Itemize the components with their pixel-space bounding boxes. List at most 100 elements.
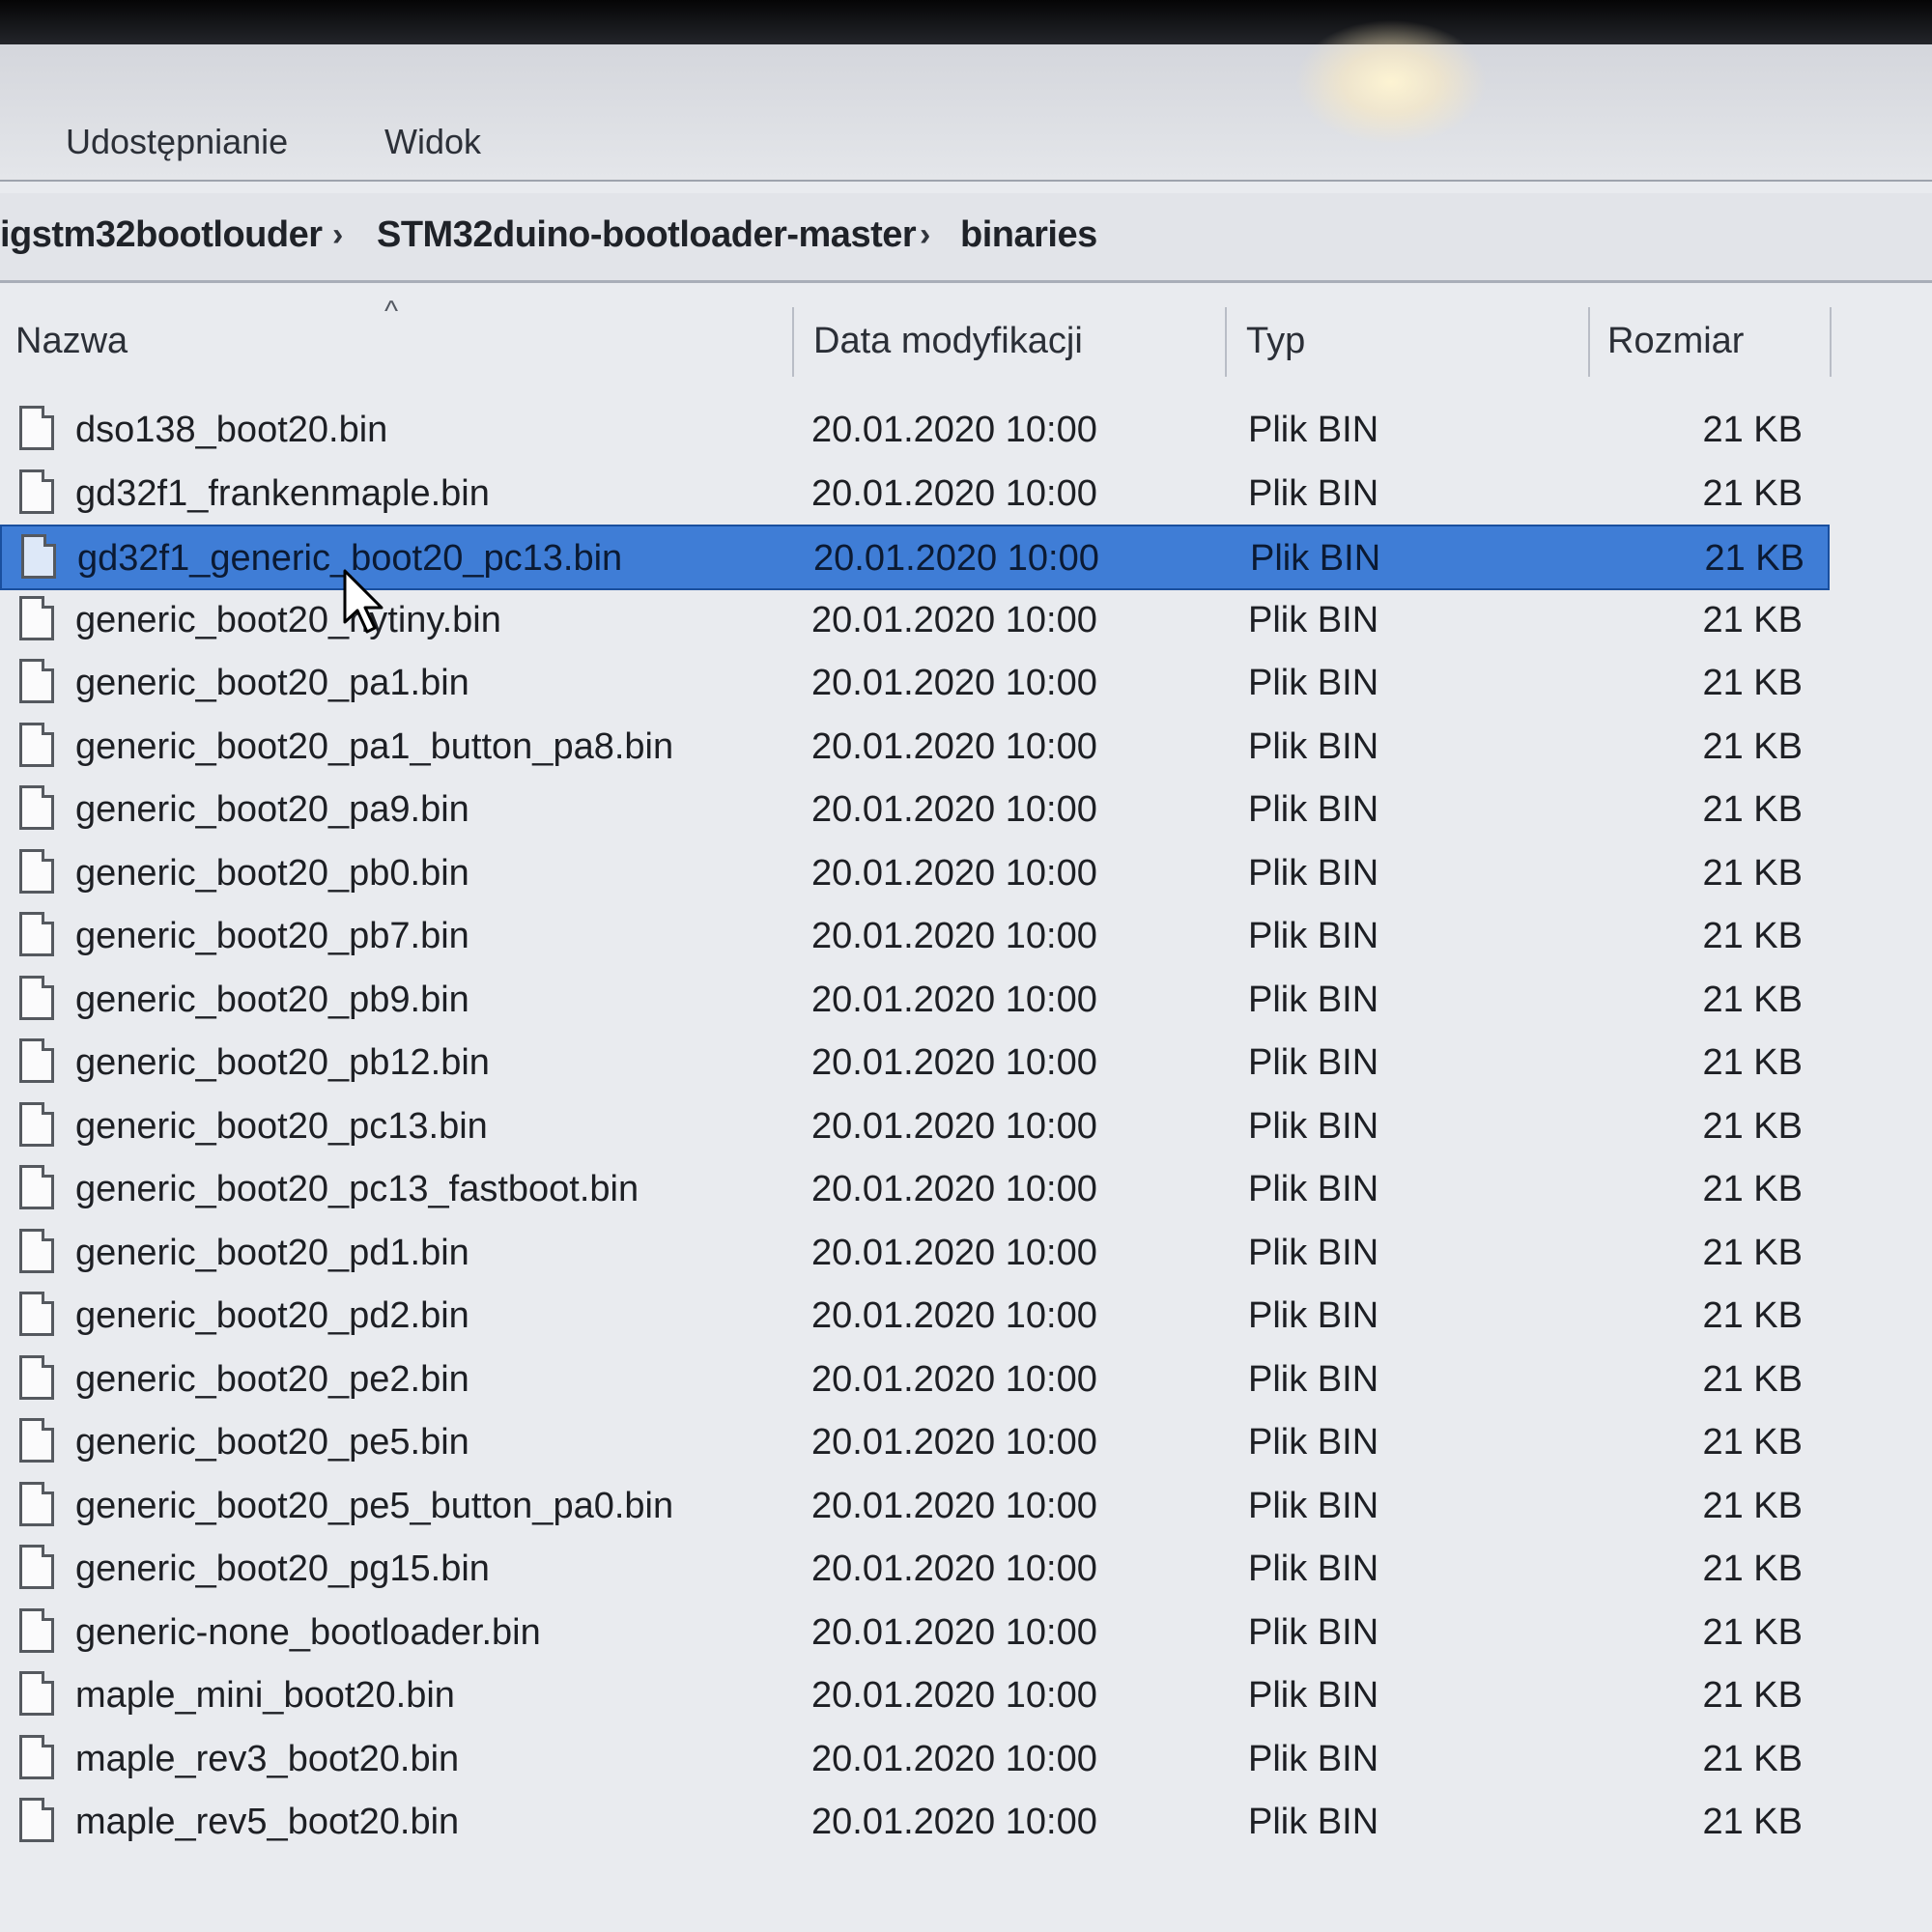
file-icon xyxy=(21,534,56,579)
file-size: 21 KB xyxy=(1702,1739,1803,1779)
file-size: 21 KB xyxy=(1702,600,1803,640)
file-row[interactable]: generic_boot20_pd2.bin 20.01.2020 10:00 Pl… xyxy=(0,1284,1826,1346)
tab-udostepnianie[interactable]: Udostępnianie xyxy=(66,122,288,162)
file-icon xyxy=(19,1418,54,1463)
file-size: 21 KB xyxy=(1702,1233,1803,1273)
file-type: Plik BIN xyxy=(1248,1169,1379,1209)
file-type: Plik BIN xyxy=(1248,1295,1379,1336)
file-row[interactable]: generic-none_bootloader.bin 20.01.2020 10… xyxy=(0,1601,1826,1662)
file-type: Plik BIN xyxy=(1248,1739,1379,1779)
file-date: 20.01.2020 10:00 xyxy=(811,1169,1097,1209)
file-row[interactable]: generic_boot20_pb0.bin 20.01.2020 10:00 Pl… xyxy=(0,841,1826,903)
file-date: 20.01.2020 10:00 xyxy=(811,916,1097,956)
file-type: Plik BIN xyxy=(1250,538,1381,579)
column-header-type[interactable]: Typ xyxy=(1246,321,1305,362)
file-row[interactable]: maple_rev5_boot20.bin 20.01.2020 10:00 Pli… xyxy=(0,1790,1826,1852)
file-date: 20.01.2020 10:00 xyxy=(811,1295,1097,1336)
column-divider[interactable] xyxy=(1830,307,1832,377)
file-row[interactable]: gd32f1_frankenmaple.bin 20.01.2020 10:00 P… xyxy=(0,462,1826,524)
file-date: 20.01.2020 10:00 xyxy=(811,726,1097,767)
file-name: generic_boot20_pe5_button_pa0.bin xyxy=(75,1486,674,1526)
file-date: 20.01.2020 10:00 xyxy=(811,663,1097,703)
file-row[interactable]: generic_boot20_pe2.bin 20.01.2020 10:00 Pl… xyxy=(0,1348,1826,1409)
ribbon: Udostępnianie Widok xyxy=(0,44,1932,182)
file-icon xyxy=(19,1608,54,1653)
file-name: generic_boot20_pa1.bin xyxy=(75,663,469,703)
file-row[interactable]: generic_boot20_pg15.bin 20.01.2020 10:00 P… xyxy=(0,1537,1826,1599)
column-header-name[interactable]: Nazwa xyxy=(15,321,128,362)
file-row[interactable]: generic_boot20_pa1.bin 20.01.2020 10:00 Pl… xyxy=(0,651,1826,713)
breadcrumb-item-parent[interactable]: igstm32bootlouder xyxy=(0,214,323,256)
file-date: 20.01.2020 10:00 xyxy=(811,1422,1097,1463)
column-header-row: ^ Nazwa Data modyfikacji Typ Rozmiar xyxy=(0,296,1932,377)
file-icon xyxy=(19,723,54,767)
file-icon xyxy=(19,1482,54,1526)
file-date: 20.01.2020 10:00 xyxy=(811,1802,1097,1842)
file-icon xyxy=(19,1671,54,1716)
column-header-size[interactable]: Rozmiar xyxy=(1607,321,1744,362)
file-icon xyxy=(19,1292,54,1336)
file-row[interactable]: generic_boot20_pb12.bin 20.01.2020 10:00 P… xyxy=(0,1031,1826,1093)
file-type: Plik BIN xyxy=(1248,473,1379,514)
file-icon xyxy=(19,1165,54,1209)
file-icon xyxy=(19,469,54,514)
file-row[interactable]: generic_boot20_pb9.bin 20.01.2020 10:00 Pl… xyxy=(0,968,1826,1030)
file-type: Plik BIN xyxy=(1248,600,1379,640)
file-date: 20.01.2020 10:00 xyxy=(811,1359,1097,1400)
file-type: Plik BIN xyxy=(1248,853,1379,894)
file-row-selected[interactable]: gd32f1_generic_boot20_pc13.bin 20.01.2020… xyxy=(0,525,1830,590)
file-size: 21 KB xyxy=(1702,1675,1803,1716)
file-size: 21 KB xyxy=(1702,410,1803,450)
file-icon xyxy=(19,1038,54,1083)
file-row[interactable]: generic_boot20_pe5_button_pa0.bin 20.01.2… xyxy=(0,1474,1826,1536)
file-name: generic_boot20_pb0.bin xyxy=(75,853,469,894)
column-header-date[interactable]: Data modyfikacji xyxy=(813,321,1083,362)
file-row[interactable]: generic_boot20_pb7.bin 20.01.2020 10:00 Pl… xyxy=(0,904,1826,966)
file-date: 20.01.2020 10:00 xyxy=(811,1675,1097,1716)
column-divider[interactable] xyxy=(792,307,794,377)
column-divider[interactable] xyxy=(1225,307,1227,377)
file-size: 21 KB xyxy=(1702,1106,1803,1147)
file-icon xyxy=(19,1545,54,1589)
file-size: 21 KB xyxy=(1702,1486,1803,1526)
file-icon xyxy=(19,659,54,703)
breadcrumb-item-current[interactable]: binaries xyxy=(960,214,1097,256)
file-row[interactable]: maple_mini_boot20.bin 20.01.2020 10:00 Pli… xyxy=(0,1663,1826,1725)
file-size: 21 KB xyxy=(1702,473,1803,514)
file-row[interactable]: generic_boot20_pa9.bin 20.01.2020 10:00 Pl… xyxy=(0,778,1826,839)
file-type: Plik BIN xyxy=(1248,789,1379,830)
file-row[interactable]: generic_boot20_pc13.bin 20.01.2020 10:00 P… xyxy=(0,1094,1826,1156)
file-date: 20.01.2020 10:00 xyxy=(811,980,1097,1020)
file-date: 20.01.2020 10:00 xyxy=(811,1612,1097,1653)
file-type: Plik BIN xyxy=(1248,1486,1379,1526)
file-row[interactable]: dso138_boot20.bin 20.01.2020 10:00 Plik BI… xyxy=(0,398,1826,460)
file-size: 21 KB xyxy=(1702,1422,1803,1463)
file-name: maple_mini_boot20.bin xyxy=(75,1675,455,1716)
file-row[interactable]: generic_boot20_pe5.bin 20.01.2020 10:00 Pl… xyxy=(0,1410,1826,1472)
file-row[interactable]: generic_boot20_pa1_button_pa8.bin 20.01.2… xyxy=(0,715,1826,777)
file-row[interactable]: generic_boot20_hytiny.bin 20.01.2020 10:0… xyxy=(0,588,1826,650)
file-icon xyxy=(19,1735,54,1779)
file-icon xyxy=(19,1229,54,1273)
file-icon xyxy=(19,1355,54,1400)
file-size: 21 KB xyxy=(1702,980,1803,1020)
file-date: 20.01.2020 10:00 xyxy=(811,789,1097,830)
file-type: Plik BIN xyxy=(1248,663,1379,703)
file-name: generic_boot20_pa9.bin xyxy=(75,789,469,830)
tab-widok[interactable]: Widok xyxy=(384,122,481,162)
file-size: 21 KB xyxy=(1702,916,1803,956)
file-size: 21 KB xyxy=(1702,789,1803,830)
file-size: 21 KB xyxy=(1702,726,1803,767)
file-name: generic_boot20_pd1.bin xyxy=(75,1233,469,1273)
breadcrumb-item-repo[interactable]: STM32duino-bootloader-master xyxy=(377,214,917,256)
file-row[interactable]: maple_rev3_boot20.bin 20.01.2020 10:00 Pli… xyxy=(0,1727,1826,1789)
file-type: Plik BIN xyxy=(1248,1675,1379,1716)
file-date: 20.01.2020 10:00 xyxy=(811,473,1097,514)
column-divider[interactable] xyxy=(1588,307,1590,377)
file-row[interactable]: generic_boot20_pc13_fastboot.bin 20.01.20… xyxy=(0,1157,1826,1219)
file-type: Plik BIN xyxy=(1248,1802,1379,1842)
file-type: Plik BIN xyxy=(1248,726,1379,767)
file-type: Plik BIN xyxy=(1248,980,1379,1020)
file-type: Plik BIN xyxy=(1248,1359,1379,1400)
file-row[interactable]: generic_boot20_pd1.bin 20.01.2020 10:00 Pl… xyxy=(0,1221,1826,1283)
